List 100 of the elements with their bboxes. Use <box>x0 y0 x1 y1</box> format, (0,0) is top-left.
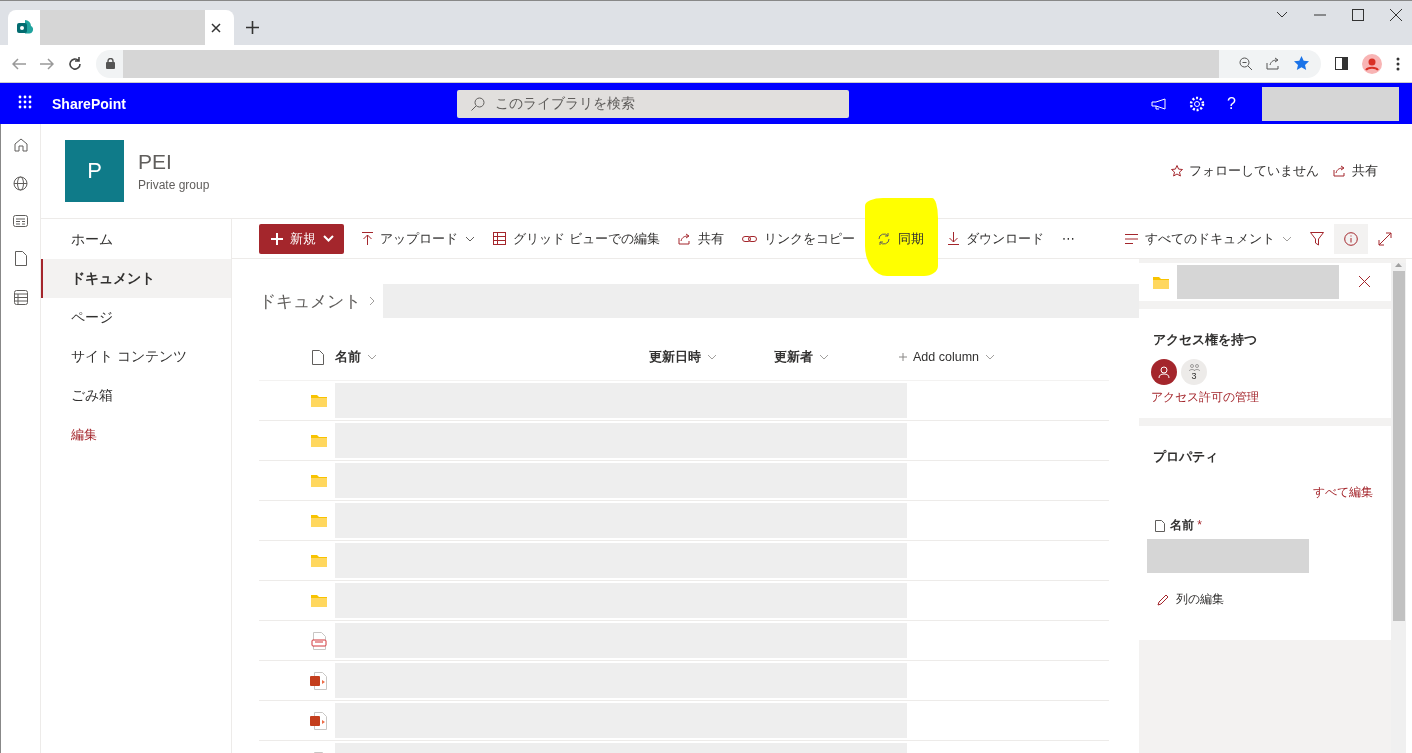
grid-icon <box>493 232 506 245</box>
help-button[interactable]: ? <box>1227 94 1236 113</box>
people-icon <box>1188 363 1200 371</box>
folder-icon <box>311 474 327 487</box>
column-header[interactable]: Add column <box>899 350 995 364</box>
download-button[interactable]: ダウンロード <box>939 223 1052 254</box>
side-panel-icon[interactable] <box>1335 57 1348 70</box>
forward-icon[interactable] <box>40 57 54 70</box>
document-icon <box>1155 519 1165 532</box>
pencil-icon <box>1157 593 1170 606</box>
grid-button[interactable]: グリッド ビューでの編集 <box>485 223 668 254</box>
globe-icon[interactable] <box>13 176 28 191</box>
sync-icon <box>876 231 891 246</box>
expand-icon[interactable] <box>1378 231 1392 246</box>
chevron-down-icon <box>985 354 995 360</box>
sync-button[interactable]: 同期 <box>868 223 932 254</box>
section-heading: アクセス権を持つ <box>1153 331 1258 349</box>
reload-icon[interactable] <box>68 56 82 71</box>
manage-access-link[interactable]: アクセス許可の管理 <box>1151 389 1259 406</box>
edit-all-link[interactable]: すべて編集 <box>1313 484 1373 501</box>
chevron-down-icon <box>367 354 377 360</box>
share-icon <box>677 232 691 245</box>
presentation-file-icon <box>310 671 327 690</box>
section-heading: プロパティ <box>1153 448 1219 466</box>
presentation-file-icon <box>310 711 327 730</box>
app-name[interactable]: SharePoint <box>52 95 457 112</box>
maximize-icon[interactable] <box>1352 9 1364 21</box>
filter-icon[interactable] <box>1310 231 1324 246</box>
more-options-icon[interactable] <box>1396 56 1400 71</box>
chevron-down-icon[interactable] <box>1276 11 1288 19</box>
link-icon <box>741 233 757 244</box>
chevron-down-icon <box>465 235 475 242</box>
share-icon[interactable] <box>1266 57 1280 70</box>
info-button[interactable] <box>1334 223 1368 254</box>
news-icon[interactable] <box>13 215 28 227</box>
column-header[interactable]: 更新者 <box>774 348 829 366</box>
upload-button[interactable]: アップロード <box>354 223 483 254</box>
nav-item[interactable]: ページ <box>41 298 231 337</box>
scrollbar-thumb[interactable] <box>1392 271 1405 621</box>
folder-icon <box>311 554 327 567</box>
close-icon[interactable] <box>1359 276 1370 287</box>
download-icon <box>947 232 959 245</box>
search-icon <box>471 96 485 111</box>
pdf-file-icon <box>311 631 327 650</box>
search-field[interactable]: このライブラリを検索 <box>457 89 849 118</box>
list-icon[interactable] <box>13 290 28 305</box>
nav-item[interactable]: ごみ箱 <box>41 376 231 415</box>
avatar-icon[interactable] <box>1362 53 1382 74</box>
logo-letter: P <box>87 158 102 184</box>
edit-link[interactable]: 編集 <box>41 415 231 454</box>
member-count: 3 <box>1191 370 1197 381</box>
view-lines-icon <box>1125 233 1138 244</box>
user-avatar[interactable] <box>1151 359 1177 385</box>
close-icon[interactable] <box>1390 9 1402 21</box>
zoom-icon[interactable] <box>1239 57 1252 70</box>
edit-columns-button[interactable]: 列の編集 <box>1157 591 1379 608</box>
file-type-icon <box>312 349 324 365</box>
share-button[interactable]: 共有 <box>1333 162 1378 180</box>
folder-icon <box>311 434 327 447</box>
info-icon <box>1344 231 1358 246</box>
column-header[interactable]: 更新日時 <box>649 348 717 366</box>
folder-icon <box>1153 275 1169 289</box>
plus-icon <box>899 353 907 361</box>
back-icon[interactable] <box>12 57 26 70</box>
new-tab-icon[interactable] <box>246 21 259 34</box>
nav-item[interactable]: サイト コンテンツ <box>41 337 231 376</box>
field-label: 名前 * <box>1170 517 1202 534</box>
star-icon[interactable] <box>1294 56 1309 71</box>
group-avatar[interactable]: 3 <box>1181 359 1207 385</box>
site-subtitle: Private group <box>138 178 210 192</box>
column-header[interactable]: 名前 <box>335 348 377 366</box>
new-button[interactable]: 新規 <box>259 223 344 254</box>
more-button[interactable]: ⋯ <box>1053 223 1083 254</box>
close-icon[interactable] <box>211 22 221 33</box>
nav-item[interactable]: ホーム <box>41 220 231 259</box>
chevron-down-icon <box>707 354 717 360</box>
settings-icon[interactable] <box>1189 95 1206 112</box>
folder-icon <box>311 394 327 407</box>
site-favicon-icon <box>16 18 34 37</box>
breadcrumb-link[interactable]: ドキュメント <box>259 289 361 313</box>
chevron-right-icon <box>369 296 375 306</box>
view-menu[interactable]: すべてのドキュメント <box>1117 223 1300 254</box>
folder-icon <box>311 594 327 607</box>
chevron-down-icon <box>1282 235 1292 242</box>
site-title[interactable]: PEI <box>138 150 210 174</box>
lock-icon <box>106 58 115 69</box>
megaphone-icon[interactable] <box>1151 97 1168 110</box>
chevron-down-icon <box>819 354 829 360</box>
nav-item[interactable]: ドキュメント <box>41 259 231 298</box>
home-icon[interactable] <box>13 138 28 152</box>
link-button[interactable]: リンクをコピー <box>733 223 863 254</box>
person-icon <box>1158 366 1170 378</box>
follow-button[interactable]: フォローしていません <box>1171 162 1319 180</box>
share-icon <box>1333 165 1346 177</box>
app-launcher-icon[interactable] <box>16 93 34 111</box>
upload-icon <box>362 232 373 245</box>
share-button[interactable]: 共有 <box>669 223 732 254</box>
chevron-down-icon <box>323 235 334 242</box>
folder-icon <box>311 514 327 527</box>
document-icon[interactable] <box>14 251 27 266</box>
